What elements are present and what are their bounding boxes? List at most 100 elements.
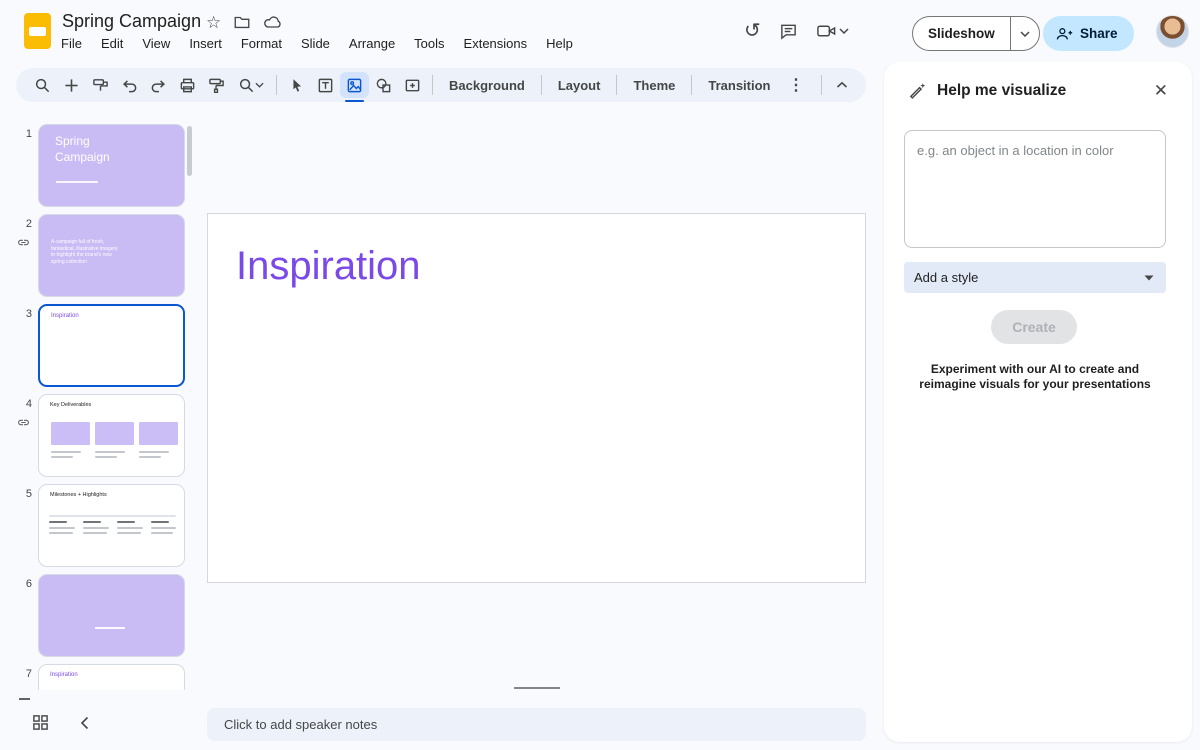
account-avatar[interactable] (1156, 15, 1189, 48)
text-line-placeholder (151, 532, 173, 534)
transition-button[interactable]: Transition (697, 78, 781, 93)
notes-resize-handle[interactable] (514, 687, 560, 689)
cloud-status-icon[interactable] (263, 13, 283, 31)
toolbar-overflow-icon[interactable]: ⋮ (782, 72, 811, 98)
add-style-dropdown[interactable]: Add a style (904, 262, 1166, 293)
menu-view[interactable]: View (142, 36, 170, 51)
menu-extensions[interactable]: Extensions (464, 36, 528, 51)
image-placeholder (51, 422, 90, 445)
text-line-placeholder (56, 181, 98, 183)
slideshow-button[interactable]: Slideshow (912, 16, 1010, 51)
shape-tool-icon[interactable] (369, 72, 398, 98)
menu-format[interactable]: Format (241, 36, 282, 51)
person-add-icon (1055, 25, 1073, 43)
toolbar-separator (691, 75, 692, 95)
insert-placeholder-icon[interactable] (398, 72, 427, 98)
slide-number: 1 (16, 128, 32, 140)
text-line-placeholder (49, 521, 67, 523)
image-placeholder (95, 422, 134, 445)
chevron-down-icon (255, 82, 264, 88)
paint-format-icon[interactable] (202, 72, 231, 98)
insert-image-tool-icon[interactable] (340, 72, 369, 98)
slide-thumbnail-7[interactable]: Inspiration (38, 664, 185, 690)
zoom-dropdown[interactable] (231, 72, 271, 98)
thumb-title-line: Campaign (55, 150, 110, 164)
redo-icon[interactable] (144, 72, 173, 98)
comments-icon[interactable] (779, 22, 798, 41)
text-line-placeholder (151, 527, 176, 529)
dropdown-arrow-icon (1144, 275, 1154, 281)
text-line-placeholder (49, 527, 75, 529)
menu-arrange[interactable]: Arrange (349, 36, 395, 51)
layout-button[interactable]: Layout (547, 78, 612, 93)
slide-thumbnail-2[interactable]: A campaign full of fresh, fantastical, i… (38, 214, 185, 297)
select-tool-icon[interactable] (282, 72, 311, 98)
text-line-placeholder (95, 451, 125, 453)
text-line-placeholder (139, 451, 169, 453)
overflow-dots: ⋮ (788, 75, 804, 95)
slide-number: 4 (16, 398, 32, 410)
menu-file[interactable]: File (61, 36, 82, 51)
menu-tools[interactable]: Tools (414, 36, 444, 51)
text-line-placeholder (95, 456, 117, 458)
slide-thumbnail-5[interactable]: Milestones + Highlights (38, 484, 185, 567)
slide-number: 6 (16, 578, 32, 590)
slide-title-text[interactable]: Inspiration (236, 244, 421, 289)
collapse-filmstrip-icon[interactable] (80, 716, 89, 730)
menu-slide[interactable]: Slide (301, 36, 330, 51)
panel-title: Help me visualize (937, 82, 1066, 100)
text-line-placeholder (83, 532, 107, 534)
slideshow-options-button[interactable] (1010, 16, 1040, 51)
text-box-tool-icon[interactable] (311, 72, 340, 98)
document-title[interactable]: Spring Campaign (62, 11, 201, 32)
undo-icon[interactable] (115, 72, 144, 98)
star-icon[interactable]: ☆ (206, 14, 221, 31)
table-rule (49, 515, 176, 517)
linked-slide-icon (17, 416, 30, 429)
collapse-toolbar-icon[interactable] (827, 72, 856, 98)
background-button[interactable]: Background (438, 78, 536, 93)
toolbar-separator (616, 75, 617, 95)
image-placeholder (139, 422, 178, 445)
slide-thumbnail-4[interactable]: Key Deliverables (38, 394, 185, 477)
slide-thumbnail-3-selected[interactable]: Inspiration (38, 304, 185, 387)
thumb-title: Inspiration (50, 672, 78, 678)
slideshow-split-button: Slideshow (912, 16, 1040, 51)
gemini-rewrite-icon[interactable] (86, 72, 115, 98)
magic-wand-icon (908, 81, 927, 100)
toolbar-separator (432, 75, 433, 95)
new-slide-icon[interactable] (57, 72, 86, 98)
slide-number: 5 (16, 488, 32, 500)
close-panel-icon[interactable]: ✕ (1154, 81, 1168, 101)
grid-view-icon[interactable] (32, 714, 49, 731)
move-folder-icon[interactable] (233, 13, 251, 31)
slide-filmstrip[interactable]: 1 Spring Campaign 2 A campaign full of f… (0, 110, 200, 690)
search-menus-icon[interactable] (28, 72, 57, 98)
text-line-placeholder (117, 521, 135, 523)
thumb-body-text: A campaign full of fresh, fantastical, i… (51, 239, 123, 265)
text-line-placeholder (139, 456, 161, 458)
theme-button[interactable]: Theme (622, 78, 686, 93)
slide-thumbnail-1[interactable]: Spring Campaign (38, 124, 185, 207)
text-line-placeholder (51, 456, 73, 458)
slides-logo[interactable] (24, 13, 51, 49)
linked-slide-indicator (19, 698, 30, 700)
slide-canvas[interactable]: Inspiration (207, 213, 866, 583)
print-icon[interactable] (173, 72, 202, 98)
create-button[interactable]: Create (991, 310, 1077, 344)
menu-edit[interactable]: Edit (101, 36, 123, 51)
text-line-placeholder (83, 527, 109, 529)
chevron-down-icon (1020, 31, 1030, 37)
join-call-button[interactable] (816, 22, 849, 40)
slide-thumbnail-6[interactable] (38, 574, 185, 657)
slides-logo-page (29, 27, 46, 36)
menu-help[interactable]: Help (546, 36, 573, 51)
toolbar-separator (821, 75, 822, 95)
menu-insert[interactable]: Insert (189, 36, 222, 51)
speaker-notes[interactable]: Click to add speaker notes (207, 708, 866, 741)
visualize-prompt-input[interactable] (904, 130, 1166, 248)
share-label: Share (1080, 26, 1118, 41)
filmstrip-scrollbar[interactable] (187, 126, 192, 176)
share-button[interactable]: Share (1043, 16, 1134, 51)
version-history-icon[interactable]: ↺ (744, 21, 761, 41)
